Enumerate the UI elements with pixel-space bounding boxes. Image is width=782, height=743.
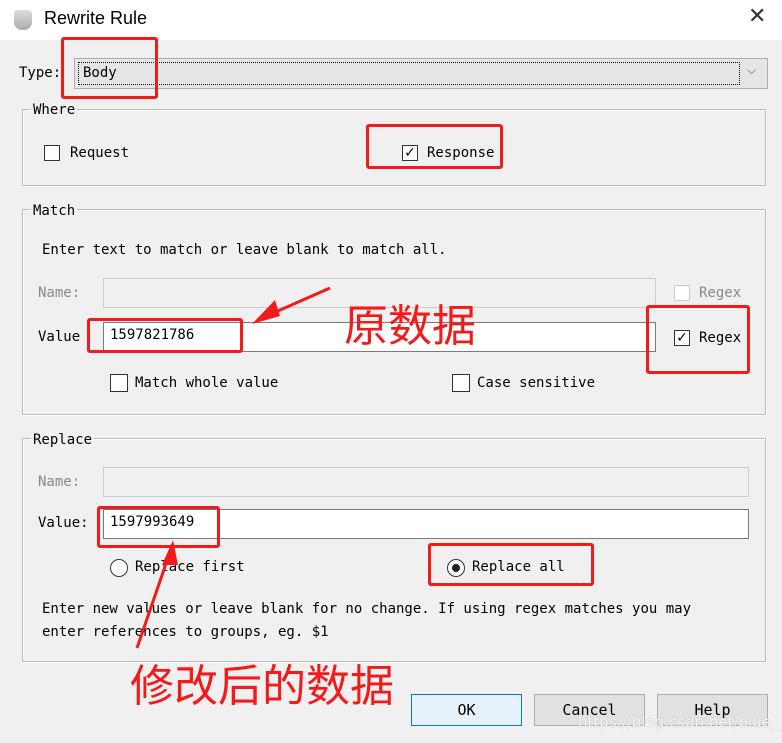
- annotation-arrows: [135, 286, 331, 649]
- annotation-modified: 修改后的数据: [130, 661, 394, 712]
- annotation-original: 原数据: [344, 301, 476, 352]
- arrow-modified: [135, 551, 172, 649]
